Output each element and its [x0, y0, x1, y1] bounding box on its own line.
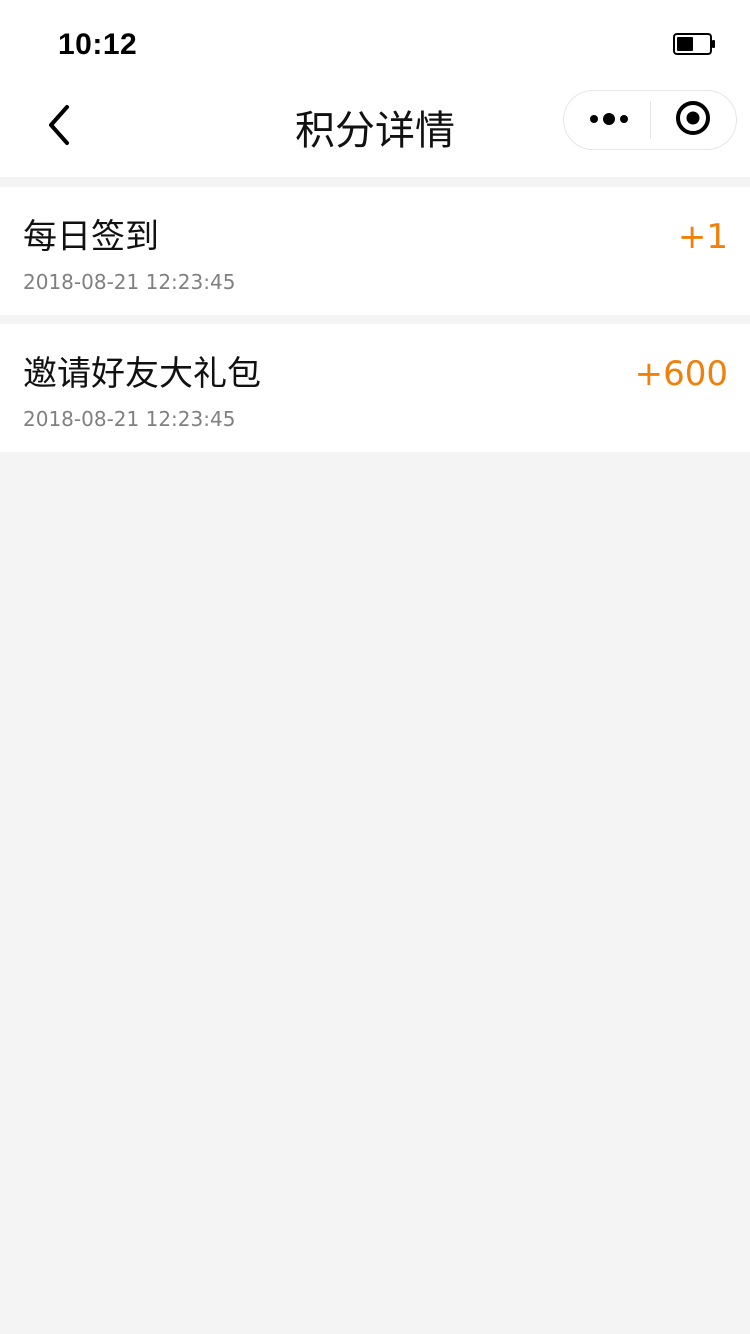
more-button[interactable] — [578, 91, 640, 149]
record-title: 邀请好友大礼包 — [23, 354, 261, 394]
record-points: +1 — [677, 217, 728, 257]
status-bar: 10:12 — [0, 0, 750, 88]
points-record-list: 每日签到 2018-08-21 12:23:45 +1 邀请好友大礼包 2018… — [0, 187, 750, 461]
target-circle-icon — [674, 99, 712, 141]
battery-icon — [673, 33, 715, 55]
status-time: 10:12 — [58, 28, 138, 61]
record-time: 2018-08-21 12:23:45 — [23, 407, 236, 431]
record-points: +600 — [634, 354, 728, 394]
capsule-menu — [563, 90, 737, 150]
nav-bar: 积分详情 — [0, 88, 750, 177]
record-title: 每日签到 — [23, 217, 159, 257]
close-miniprogram-button[interactable] — [664, 91, 722, 149]
list-item[interactable]: 每日签到 2018-08-21 12:23:45 +1 — [0, 187, 750, 315]
record-time: 2018-08-21 12:23:45 — [23, 270, 236, 294]
list-item[interactable]: 邀请好友大礼包 2018-08-21 12:23:45 +600 — [0, 324, 750, 452]
more-dots-icon — [589, 111, 629, 130]
capsule-divider — [650, 101, 651, 139]
